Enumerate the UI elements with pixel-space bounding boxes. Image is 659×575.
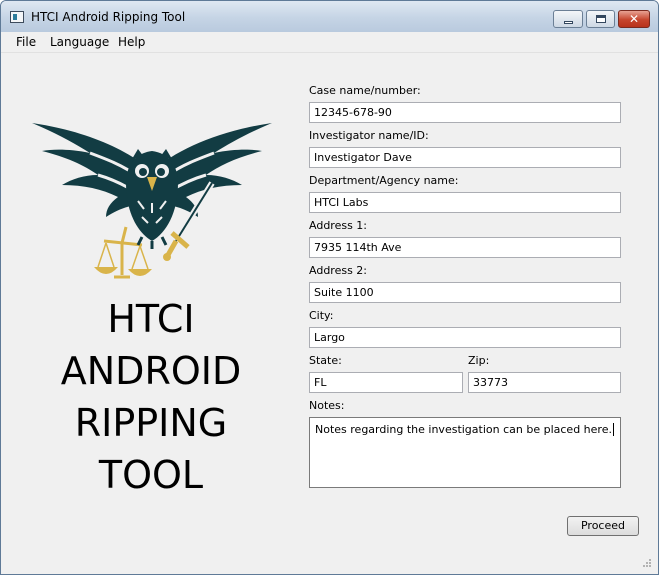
menu-language[interactable]: Language	[50, 35, 109, 49]
maximize-icon	[596, 15, 606, 23]
banner-line: RIPPING	[74, 401, 228, 445]
zip-input[interactable]: 33773	[468, 372, 621, 393]
close-icon: ✕	[628, 12, 640, 26]
investigator-input[interactable]: Investigator Dave	[309, 147, 621, 168]
notes-textarea[interactable]: Notes regarding the investigation can be…	[309, 417, 621, 488]
owl-icon	[32, 123, 272, 279]
minimize-icon	[564, 21, 573, 24]
banner-line: HTCI	[107, 297, 195, 341]
state-label: State:	[309, 354, 342, 367]
banner-line: ANDROID	[60, 349, 242, 393]
resize-grip-icon[interactable]	[642, 558, 652, 568]
department-label: Department/Agency name:	[309, 174, 459, 187]
title-bar[interactable]: HTCI Android Ripping Tool ✕	[1, 1, 658, 32]
owl-logo	[32, 123, 272, 279]
main-window: HTCI Android Ripping Tool ✕ File Languag…	[0, 0, 659, 575]
menu-file[interactable]: File	[16, 35, 36, 49]
address1-label: Address 1:	[309, 219, 368, 232]
app-banner-title: HTCI ANDROID RIPPING TOOL	[21, 293, 281, 501]
maximize-button[interactable]	[586, 10, 615, 28]
state-input[interactable]: FL	[309, 372, 463, 393]
address1-input[interactable]: 7935 114th Ave	[309, 237, 621, 258]
investigator-label: Investigator name/ID:	[309, 129, 429, 142]
proceed-button[interactable]: Proceed	[567, 516, 639, 536]
notes-text: Notes regarding the investigation can be…	[315, 423, 612, 436]
notes-label: Notes:	[309, 399, 345, 412]
department-input[interactable]: HTCI Labs	[309, 192, 621, 213]
banner-line: TOOL	[98, 453, 204, 497]
city-input[interactable]: Largo	[309, 327, 621, 348]
minimize-button[interactable]	[553, 10, 583, 28]
case-label: Case name/number:	[309, 84, 421, 97]
zip-label: Zip:	[468, 354, 490, 367]
case-input[interactable]: 12345-678-90	[309, 102, 621, 123]
address2-input[interactable]: Suite 1100	[309, 282, 621, 303]
address2-label: Address 2:	[309, 264, 368, 277]
city-label: City:	[309, 309, 334, 322]
menu-bar: File Language Help	[1, 32, 658, 53]
close-button[interactable]: ✕	[618, 10, 650, 28]
app-icon[interactable]	[10, 11, 24, 23]
menu-help[interactable]: Help	[118, 35, 145, 49]
window-title: HTCI Android Ripping Tool	[31, 10, 186, 24]
text-cursor	[612, 423, 614, 436]
